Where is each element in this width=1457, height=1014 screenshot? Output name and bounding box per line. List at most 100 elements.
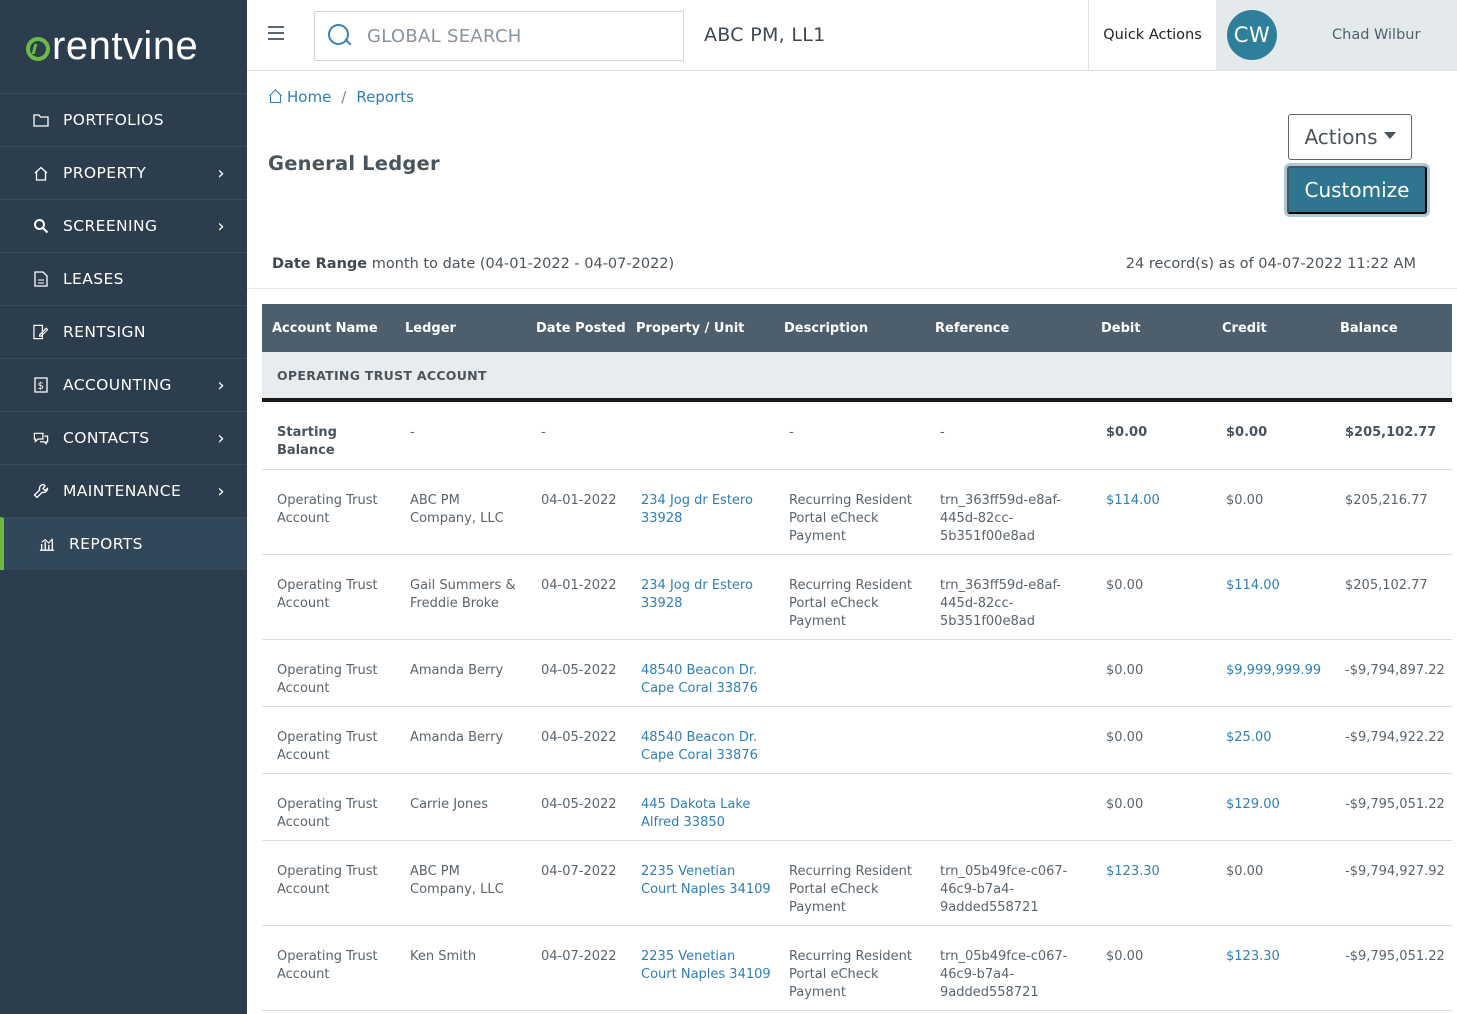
column-header-reference[interactable]: Reference <box>935 321 1009 336</box>
breadcrumb-reports[interactable]: Reports <box>356 88 414 106</box>
cell-property[interactable]: 48540 Beacon Dr. Cape Coral 33876 <box>641 662 771 698</box>
sidebar-item-contacts[interactable]: CONTACTS › <box>0 411 247 464</box>
actions-dropdown-button[interactable]: Actions <box>1288 114 1412 160</box>
sidebar-item-label: LEASES <box>63 270 124 288</box>
cell-balance: -$9,794,897.22 <box>1345 663 1445 678</box>
column-header-ledger[interactable]: Ledger <box>405 321 456 336</box>
cell-ledger: - <box>410 425 415 440</box>
sidebar-item-label: REPORTS <box>69 535 143 553</box>
column-header-description[interactable]: Description <box>784 321 868 336</box>
chat-icon <box>33 430 49 446</box>
cell-account: Operating Trust Account <box>277 578 378 611</box>
customize-button[interactable]: Customize <box>1287 166 1427 214</box>
date-range-value: month to date (04-01-2022 - 04-07-2022) <box>371 256 675 272</box>
cell-property[interactable]: 48540 Beacon Dr. Cape Coral 33876 <box>641 729 771 765</box>
hamburger-menu-icon[interactable] <box>268 26 284 40</box>
cell-balance: $205,216.77 <box>1345 493 1428 508</box>
cell-property[interactable]: 234 Jog dr Estero 33928 <box>641 492 771 528</box>
cell-ledger: Gail Summers & Freddie Broke <box>410 578 516 611</box>
cell-balance: -$9,795,051.22 <box>1345 797 1445 812</box>
page-title: General Ledger <box>268 152 440 175</box>
cell-credit: $0.00 <box>1226 425 1268 440</box>
date-range-summary: Date Range month to date (04-01-2022 - 0… <box>272 256 674 272</box>
cell-account: Operating Trust Account <box>277 864 378 897</box>
sidebar-item-reports[interactable]: REPORTS <box>0 517 247 570</box>
sidebar-item-maintenance[interactable]: MAINTENANCE › <box>0 464 247 517</box>
cell-balance: -$9,794,922.22 <box>1345 730 1445 745</box>
cell-account: Operating Trust Account <box>277 949 378 982</box>
user-menu[interactable]: CW Chad Wilbur <box>1216 0 1457 70</box>
cell-debit: $0.00 <box>1106 730 1144 745</box>
cell-date: 04-07-2022 <box>541 949 617 964</box>
sidebar-item-leases[interactable]: LEASES <box>0 252 247 305</box>
cell-balance: -$9,794,927.92 <box>1345 864 1445 879</box>
sidebar-item-portfolios[interactable]: PORTFOLIOS <box>0 93 247 146</box>
records-count: 24 record(s) as of 04-07-2022 11:22 AM <box>1125 256 1416 272</box>
starting-balance-row: Starting Balance - - - - $0.00 $0.00 $205,102.7… <box>262 402 1452 470</box>
date-range-label: Date Range <box>272 256 368 272</box>
breadcrumb-separator: / <box>341 88 347 106</box>
column-header-credit[interactable]: Credit <box>1222 321 1267 336</box>
cell-ledger: Carrie Jones <box>410 797 489 812</box>
cell-date: 04-07-2022 <box>541 864 617 879</box>
cell-credit[interactable]: $129.00 <box>1226 796 1336 814</box>
cell-credit[interactable]: $114.00 <box>1226 577 1336 595</box>
column-header-property[interactable]: Property / Unit <box>636 321 744 336</box>
user-name[interactable]: Chad Wilbur <box>1332 27 1420 43</box>
cell-date: - <box>541 425 546 440</box>
sidebar-item-property[interactable]: PROPERTY › <box>0 146 247 199</box>
column-header-debit[interactable]: Debit <box>1101 321 1141 336</box>
cell-account: Operating Trust Account <box>277 730 378 763</box>
cell-description: Recurring Resident Portal eCheck Payment <box>789 493 912 544</box>
table-row: Operating Trust Account Ken Smith 04-07-20… <box>262 926 1452 1011</box>
rentvine-leaf-icon <box>26 36 50 61</box>
cell-debit[interactable]: $123.30 <box>1106 863 1216 881</box>
global-search-input[interactable] <box>367 25 667 47</box>
cell-debit: $0.00 <box>1106 425 1148 440</box>
column-header-account[interactable]: Account Name <box>272 321 378 336</box>
avatar[interactable]: CW <box>1227 10 1277 60</box>
home-icon[interactable] <box>268 90 282 103</box>
sidebar-item-label: PORTFOLIOS <box>63 111 165 129</box>
cell-account: Starting Balance <box>277 425 337 458</box>
global-search[interactable] <box>314 11 684 61</box>
cell-credit[interactable]: $9,999,999.99 <box>1226 662 1336 680</box>
cell-property[interactable]: 445 Dakota Lake Alfred 33850 <box>641 796 771 832</box>
sidebar: rentvine PORTFOLIOS PROPERTY › SCREENING › LE… <box>0 0 247 1014</box>
sidebar-item-accounting[interactable]: $ ACCOUNTING › <box>0 358 247 411</box>
cell-property[interactable]: 2235 Venetian Court Naples 34109 <box>641 948 771 984</box>
breadcrumb: Home / Reports <box>268 88 414 106</box>
topbar: ABC PM, LL1 Quick Actions CW Chad Wilbur <box>247 0 1457 71</box>
cell-credit[interactable]: $25.00 <box>1226 729 1336 747</box>
table-row: Operating Trust Account ABC PM Company, L… <box>262 841 1452 926</box>
magnify-icon <box>33 218 49 234</box>
cell-balance: $205,102.77 <box>1345 425 1437 440</box>
sidebar-item-screening[interactable]: SCREENING › <box>0 199 247 252</box>
cell-ledger: ABC PM Company, LLC <box>410 493 504 526</box>
cell-ledger: Amanda Berry <box>410 663 504 678</box>
cell-reference: trn_05b49fce-c067-46c9-b7a4-9added558721 <box>940 864 1068 915</box>
cell-account: Operating Trust Account <box>277 493 378 526</box>
column-header-balance[interactable]: Balance <box>1340 321 1398 336</box>
dollar-icon: $ <box>33 377 49 393</box>
divider <box>247 288 1457 289</box>
company-name[interactable]: ABC PM, LL1 <box>704 24 826 46</box>
cell-account: Operating Trust Account <box>277 663 378 696</box>
cell-account: Operating Trust Account <box>277 797 378 830</box>
logo[interactable]: rentvine <box>0 0 247 93</box>
cell-property[interactable]: 234 Jog dr Estero 33928 <box>641 577 771 613</box>
table-row: Operating Trust Account Amanda Berry 04-05… <box>262 707 1452 774</box>
cell-debit: $0.00 <box>1106 578 1144 593</box>
sidebar-item-label: RENTSIGN <box>63 323 146 341</box>
cell-credit[interactable]: $123.30 <box>1226 948 1336 966</box>
breadcrumb-home[interactable]: Home <box>287 88 331 106</box>
cell-date: 04-01-2022 <box>541 493 617 508</box>
cell-property[interactable]: 2235 Venetian Court Naples 34109 <box>641 863 771 899</box>
chevron-right-icon: › <box>217 162 225 184</box>
cell-debit[interactable]: $114.00 <box>1106 492 1216 510</box>
sidebar-item-rentsign[interactable]: RENTSIGN <box>0 305 247 358</box>
cell-credit: $0.00 <box>1226 493 1264 508</box>
table-row: Operating Trust Account Carrie Jones 04-05… <box>262 774 1452 841</box>
quick-actions-button[interactable]: Quick Actions <box>1088 0 1216 70</box>
column-header-date[interactable]: Date Posted <box>536 321 626 336</box>
